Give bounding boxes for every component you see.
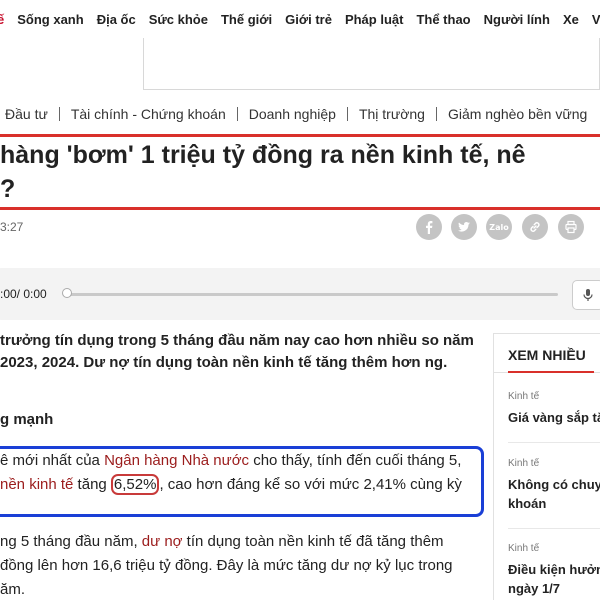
publish-time: 3:27	[0, 220, 24, 234]
sidebar-title-accent	[508, 371, 594, 373]
sidebar-item-category[interactable]: Kinh tế	[508, 458, 539, 469]
sidebar-divider	[508, 528, 600, 529]
subnav-divider	[346, 107, 348, 121]
nav-item-phap-luat[interactable]: Pháp luật	[345, 12, 404, 27]
para2-text-c: đồng lên hơn 16,6 triệu tỷ đồng. Đây là …	[0, 557, 453, 574]
nav-item-nguoi-linh[interactable]: Người lính	[484, 12, 550, 27]
sidebar-item-headline[interactable]: Giá vàng sắp tă	[508, 408, 600, 427]
nav-item-xe[interactable]: Xe	[563, 12, 579, 27]
para1-text-d: tăng	[73, 476, 111, 493]
sidebar-headline-line: khoán	[508, 496, 547, 511]
article-title: hàng 'bơm' 1 triệu tỷ đồng ra nền kinh t…	[0, 138, 526, 206]
para1-text-a: ê mới nhất của	[0, 452, 105, 469]
nav-item-song-xanh[interactable]: Sống xanh	[17, 12, 83, 27]
article-subheading: g mạnh	[0, 411, 54, 428]
sidebar-item-category[interactable]: Kinh tế	[508, 391, 539, 402]
article-title-line-1: hàng 'bơm' 1 triệu tỷ đồng ra nền kinh t…	[0, 141, 526, 169]
top-nav: ế Sống xanh Địa ốc Sức khỏe Thế giới Giớ…	[0, 0, 600, 38]
sidebar-divider	[508, 442, 600, 443]
microphone-icon[interactable]	[572, 280, 600, 310]
progress-handle[interactable]	[62, 288, 72, 298]
subnav-divider	[236, 107, 238, 121]
sidebar-headline-line: Điều kiện hưởn	[508, 562, 600, 577]
article-title-line-2: ?	[0, 175, 16, 203]
subnav-item-doanh-nghiep[interactable]: Doanh nghiệp	[249, 106, 336, 122]
subnav-item-thi-truong[interactable]: Thị trường	[359, 106, 425, 122]
sidebar-item-headline[interactable]: Không có chuy khoán	[508, 475, 600, 513]
audio-player: :00/ 0:00	[0, 268, 600, 320]
nav-item-the-gioi[interactable]: Thế giới	[221, 12, 272, 27]
nav-item-suc-khoe[interactable]: Sức khỏe	[149, 12, 208, 27]
para2-text-a: ng 5 tháng đầu năm,	[0, 533, 142, 550]
para1-text-b: cho thấy, tính đến cuối tháng 5,	[249, 452, 462, 469]
zalo-label: Zalo	[489, 222, 509, 232]
subnav-item-giam-ngheo[interactable]: Giảm nghèo bền vững	[448, 106, 587, 122]
article-paragraph-1: ê mới nhất của Ngân hàng Nhà nước cho th…	[0, 449, 476, 497]
para2-text-d: ăm.	[0, 581, 26, 598]
sidebar-title: XEM NHIỀU	[508, 347, 586, 363]
most-viewed-sidebar: XEM NHIỀU Kinh tế Giá vàng sắp tă Kinh t…	[493, 333, 600, 600]
article-paragraph-2: ng 5 tháng đầu năm, dư nợ tín dụng toàn …	[0, 530, 476, 600]
sub-nav: Đầu tư Tài chính - Chứng khoán Doanh ngh…	[0, 103, 600, 125]
highlighted-growth-value: 6,52%	[110, 474, 160, 495]
article-sapo: trưởng tín dụng trong 5 tháng đầu năm na…	[0, 332, 474, 371]
subnav-divider	[435, 107, 437, 121]
twitter-icon[interactable]	[451, 214, 477, 240]
link-ngan-hang-nha-nuoc[interactable]: Ngân hàng Nhà nước	[104, 452, 249, 469]
link-du-no[interactable]: dư nợ	[142, 533, 183, 550]
ad-banner	[143, 38, 600, 90]
player-time: :00/ 0:00	[0, 287, 47, 301]
nav-item-van[interactable]: Văn	[592, 12, 600, 27]
link-icon[interactable]	[522, 214, 548, 240]
nav-item-gioi-tre[interactable]: Giới trẻ	[285, 12, 332, 27]
sidebar-item-category[interactable]: Kinh tế	[508, 543, 539, 554]
sidebar-headline-line: Không có chuy	[508, 477, 600, 492]
facebook-icon[interactable]	[416, 214, 442, 240]
subnav-item-dau-tu[interactable]: Đầu tư	[5, 106, 48, 122]
para2-text-b: tín dụng toàn nền kinh tế đã tăng thêm	[182, 533, 444, 550]
subnav-item-tai-chinh[interactable]: Tài chính - Chứng khoán	[71, 106, 226, 122]
nav-item-kinh-te[interactable]: ế	[0, 12, 4, 27]
nav-item-the-thao[interactable]: Thể thao	[416, 12, 470, 27]
nav-item-dia-oc[interactable]: Địa ốc	[97, 12, 136, 27]
sidebar-item-headline[interactable]: Điều kiện hưởn ngày 1/7	[508, 560, 600, 598]
sidebar-headline-line: ngày 1/7	[508, 581, 561, 596]
progress-track[interactable]	[70, 293, 558, 296]
link-nen-kinh-te[interactable]: nền kinh tế	[0, 476, 73, 493]
para1-text-e: , cao hơn đáng kể so với mức 2,41% cùng …	[159, 476, 462, 493]
subnav-divider	[58, 107, 60, 121]
print-icon[interactable]	[558, 214, 584, 240]
zalo-icon[interactable]: Zalo	[486, 214, 512, 240]
